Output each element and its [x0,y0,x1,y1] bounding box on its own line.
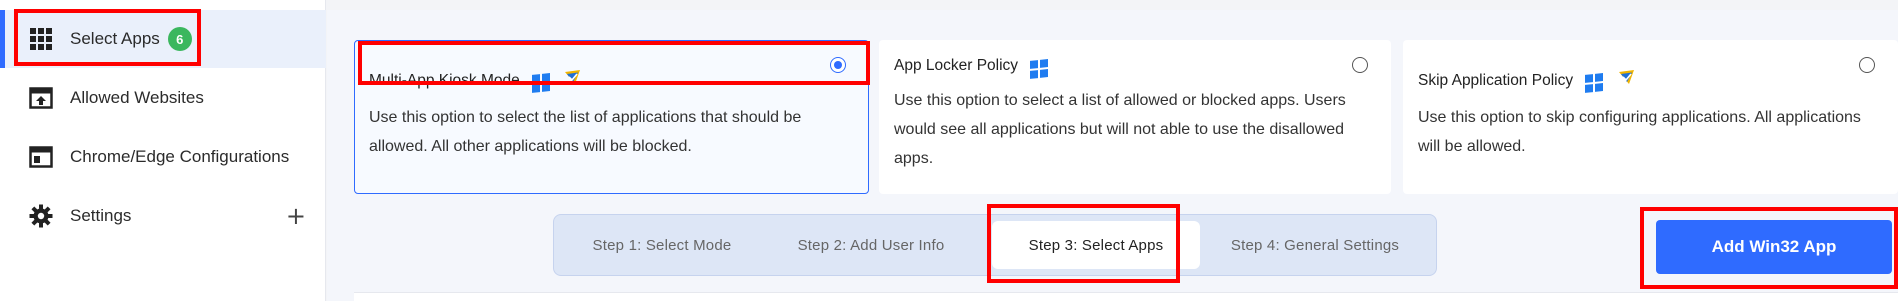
shield-icon [1617,69,1637,92]
sidebar-item-label: Settings [70,206,132,225]
gear-icon [28,203,54,229]
mode-radio[interactable] [1352,57,1368,73]
step-add-user-info[interactable]: Step 2: Add User Info [764,215,978,275]
mode-card-app-locker[interactable]: App Locker Policy Use this option to sel… [879,40,1391,194]
main-content: Multi-App Kiosk Mode Use this option to … [327,10,1898,301]
sidebar-item-chrome-edge-configurations[interactable]: Chrome/Edge Configurations [0,128,326,186]
mode-title: Skip Application Policy [1418,69,1637,93]
sidebar-item-label: Chrome/Edge Configurations [70,147,290,166]
mode-radio[interactable] [1859,57,1875,73]
highlight-kiosk-mode [358,41,870,85]
browser-window-icon [28,144,54,170]
step-general-settings[interactable]: Step 4: General Settings [1206,215,1424,275]
sidebar-item-allowed-websites[interactable]: Allowed Websites [0,69,326,127]
step-select-mode[interactable]: Step 1: Select Mode [564,215,760,275]
sidebar: Select Apps 6 Allowed Websites Chrome/Ed… [0,0,326,301]
web-upload-icon [28,85,54,111]
expand-plus-icon[interactable]: + [286,202,306,230]
content-panel [354,292,1898,301]
windows-icon [1585,69,1603,93]
windows-icon [1030,55,1048,79]
mode-description: Use this option to select the list of ap… [369,109,802,155]
mode-card-skip-application[interactable]: Skip Application Policy Use this option … [1403,40,1898,194]
sidebar-item-label: Allowed Websites [70,88,204,107]
sidebar-item-settings[interactable]: Settings + [0,187,326,245]
mode-description: Use this option to select a list of allo… [894,92,1346,167]
highlight-step-3 [987,204,1180,283]
mode-description: Use this option to skip configuring appl… [1418,109,1861,155]
highlight-select-apps [14,9,201,66]
mode-title: App Locker Policy [894,55,1048,79]
highlight-add-win32-button [1640,207,1898,289]
